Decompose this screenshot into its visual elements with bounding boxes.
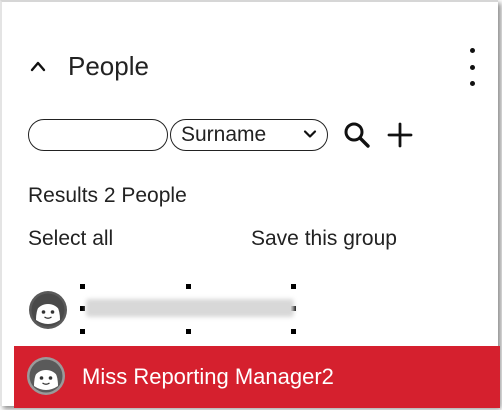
plus-icon[interactable]	[386, 121, 414, 149]
blurred-name	[86, 299, 294, 317]
selection-handle	[291, 284, 296, 289]
search-icon[interactable]	[342, 120, 372, 150]
person-list-item-selected[interactable]: Miss Reporting Manager2	[14, 346, 500, 408]
selection-handle	[291, 329, 296, 334]
section-title: People	[68, 50, 149, 81]
selection-handle	[80, 284, 85, 289]
save-group-link[interactable]: Save this group	[251, 227, 397, 251]
person-list-item[interactable]	[28, 284, 318, 334]
kebab-menu-icon[interactable]	[464, 48, 480, 86]
people-panel: People Surname Results 2 People Select a…	[0, 0, 500, 408]
selection-handle	[80, 329, 85, 334]
avatar-icon	[27, 357, 65, 395]
avatar-icon	[29, 291, 67, 329]
search-input[interactable]	[28, 119, 168, 151]
results-count: Results 2 People	[28, 184, 187, 207]
group-actions: Select all Save this group	[28, 227, 478, 253]
kebab-dot	[469, 64, 475, 70]
selection-handle	[186, 329, 191, 334]
select-all-link[interactable]: Select all	[28, 227, 113, 251]
search-field-select[interactable]: Surname	[170, 119, 328, 151]
chevron-up-icon[interactable]	[30, 58, 46, 74]
people-section-header[interactable]: People	[30, 46, 149, 86]
chevron-down-icon	[303, 130, 317, 138]
person-name: Miss Reporting Manager2	[82, 364, 334, 389]
search-row: Surname	[28, 116, 414, 154]
kebab-dot	[469, 81, 475, 86]
search-field-selected: Surname	[181, 123, 267, 146]
selection-handle	[186, 284, 191, 289]
selection-handle	[80, 306, 85, 311]
kebab-dot	[469, 48, 475, 53]
